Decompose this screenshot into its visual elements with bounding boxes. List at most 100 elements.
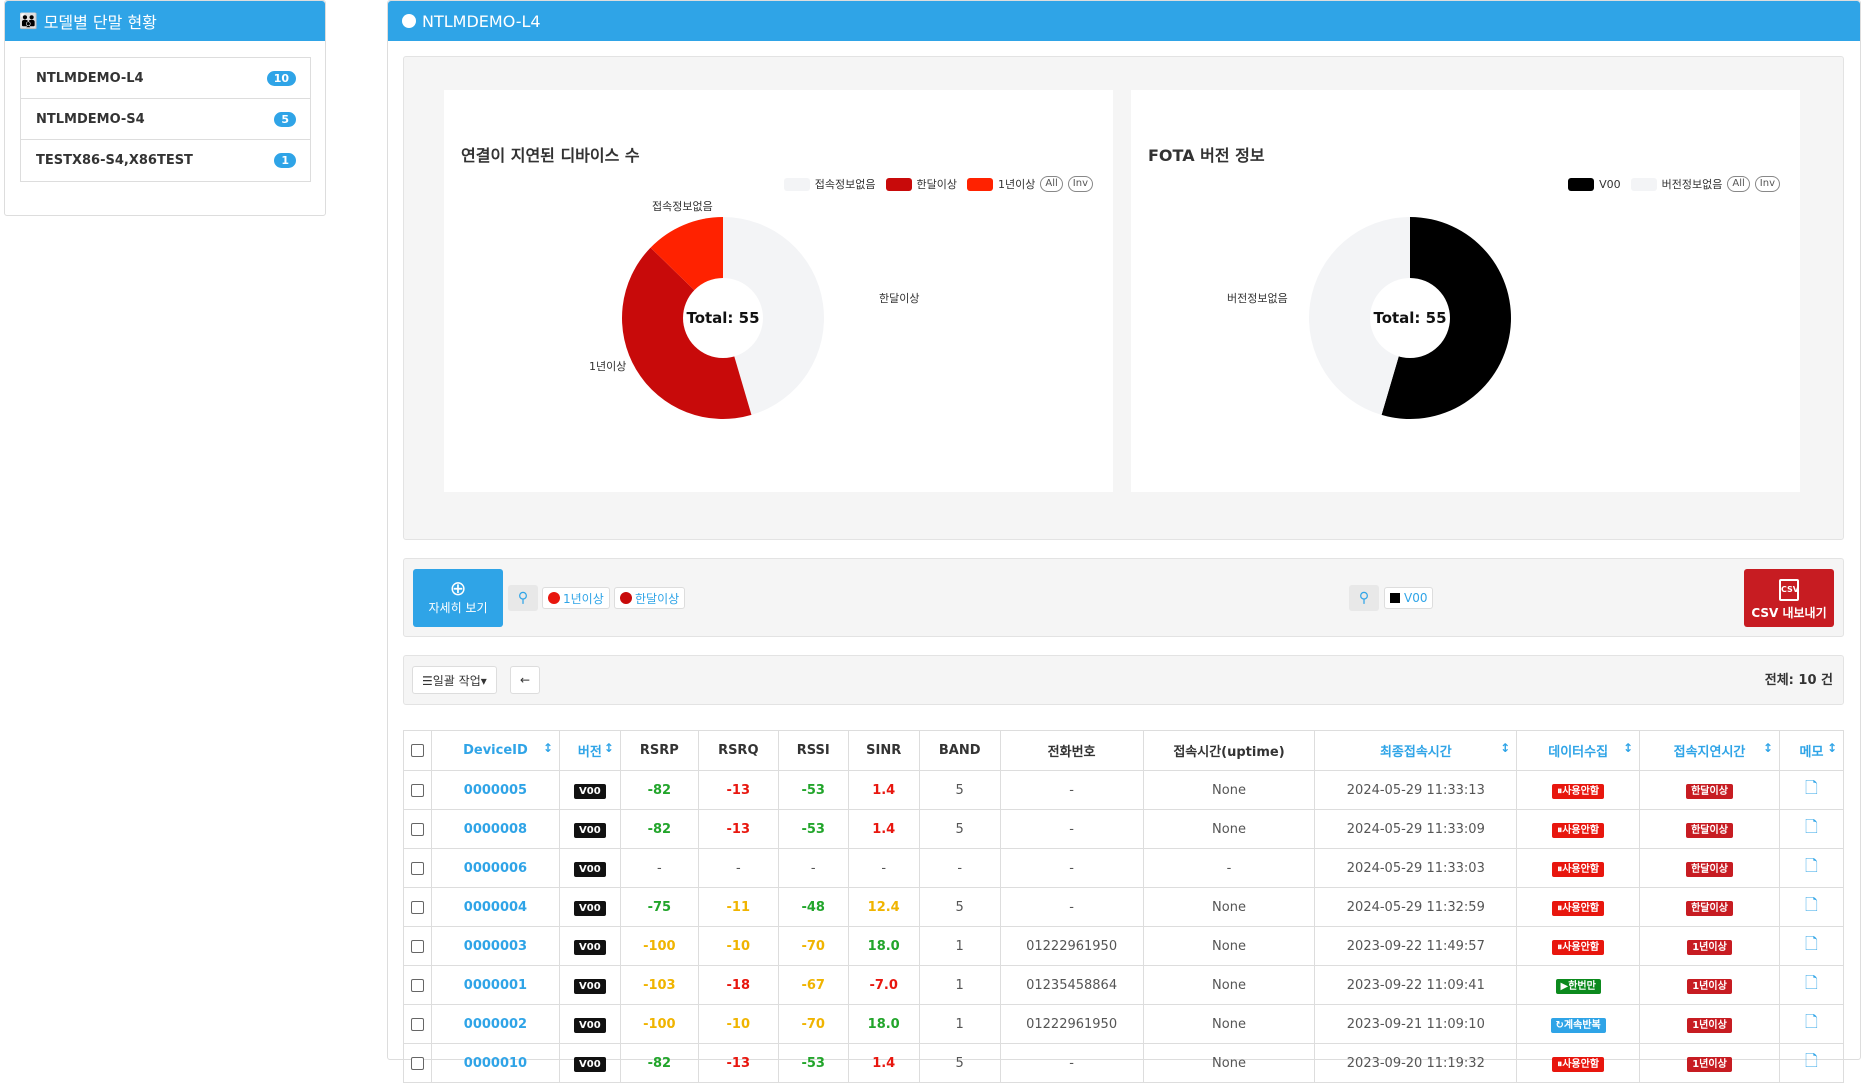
col-last-access[interactable]: 최종접속시간 ↕	[1314, 730, 1518, 771]
filter-chip-1month[interactable]: 한달이상	[614, 587, 686, 609]
version-cell: V00	[558, 887, 621, 927]
detail-view-button[interactable]: ⊕ 자세히 보기	[413, 569, 503, 627]
band-cell: 1	[918, 926, 1001, 966]
model-panel: 👪 모델별 단말 현황 NTLMDEMO-L4 10 NTLMDEMO-S4 5 T…	[4, 0, 326, 216]
header-label: 접속지연시간	[1673, 745, 1746, 760]
rsrp-cell: -75	[619, 887, 699, 927]
users-icon: 👪	[19, 12, 38, 30]
csv-export-button[interactable]: CSV CSV 내보내기	[1744, 569, 1834, 627]
rsrp-cell: -	[619, 848, 699, 888]
col-rssi: RSSI	[777, 730, 849, 771]
model-item[interactable]: NTLMDEMO-S4 5	[21, 99, 310, 140]
memo-file-icon[interactable]: 🗋	[1805, 1012, 1818, 1031]
row-select-cell	[403, 848, 432, 888]
header-label: DeviceID	[463, 743, 528, 758]
rsrq-cell: -10	[697, 926, 779, 966]
row-checkbox[interactable]	[410, 822, 424, 836]
model-item[interactable]: NTLMDEMO-L4 10	[21, 58, 310, 99]
collect-status-badge[interactable]: ↻계속반복	[1550, 1018, 1606, 1033]
memo-cell: 🗋	[1778, 1043, 1845, 1083]
delay-badge: 한달이상	[1686, 862, 1733, 877]
model-item[interactable]: TESTX86-S4,X86TEST 1	[21, 140, 310, 181]
search-icon[interactable]: ⚲	[508, 585, 538, 611]
col-deviceid[interactable]: DeviceID ↕	[430, 730, 560, 771]
sort-icon: ↕	[1826, 741, 1837, 755]
filter-chip-1year[interactable]: 1년이상	[542, 587, 610, 609]
row-checkbox[interactable]	[410, 861, 424, 875]
circle-icon	[402, 14, 416, 28]
rsrq-cell: -13	[697, 809, 779, 849]
memo-file-icon[interactable]: 🗋	[1805, 817, 1818, 836]
col-version[interactable]: 버전 ↕	[558, 730, 621, 771]
collect-status-badge[interactable]: ⏸사용안함	[1552, 784, 1605, 799]
charts-area: 연결이 지연된 디바이스 수 접속정보없음 한달이상 1년이상 All Inv …	[403, 56, 1844, 540]
row-checkbox[interactable]	[410, 1056, 424, 1070]
memo-file-icon[interactable]: 🗋	[1805, 973, 1818, 992]
rssi-cell: -53	[777, 1043, 849, 1083]
phone-cell: -	[999, 1043, 1144, 1083]
device-id-link[interactable]: 0000004	[430, 887, 560, 927]
sinr-cell: 12.4	[847, 887, 920, 927]
memo-cell: 🗋	[1778, 926, 1845, 966]
row-checkbox[interactable]	[410, 900, 424, 914]
device-id-link[interactable]: 0000005	[430, 770, 560, 810]
col-delay[interactable]: 접속지연시간 ↕	[1639, 730, 1780, 771]
device-id-link[interactable]: 0000006	[430, 848, 560, 888]
uptime-cell: None	[1142, 965, 1316, 1005]
row-checkbox[interactable]	[410, 1017, 424, 1031]
filter-chip-version[interactable]: V00	[1384, 587, 1434, 609]
memo-cell: 🗋	[1778, 848, 1845, 888]
memo-file-icon[interactable]: 🗋	[1805, 856, 1818, 875]
device-id-link[interactable]: 0000008	[430, 809, 560, 849]
delay-badge: 1년이상	[1687, 940, 1732, 955]
uptime-cell: None	[1142, 1043, 1316, 1083]
collect-status-badge[interactable]: ⏸사용안함	[1552, 1057, 1605, 1072]
last-access-cell: 2023-09-20 11:19:32	[1314, 1043, 1518, 1083]
device-id-link[interactable]: 0000001	[430, 965, 560, 1005]
memo-file-icon[interactable]: 🗋	[1805, 934, 1818, 953]
col-memo[interactable]: 메모 ↕	[1778, 730, 1845, 771]
collect-status-badge[interactable]: ▶한번만	[1555, 979, 1601, 994]
collect-cell: ⏸사용안함	[1516, 809, 1641, 849]
rsrp-cell: -82	[619, 1043, 699, 1083]
device-id-link[interactable]: 0000010	[430, 1043, 560, 1083]
rsrp-cell: -82	[619, 770, 699, 810]
collect-cell: ⏸사용안함	[1516, 887, 1641, 927]
device-id-link[interactable]: 0000003	[430, 926, 560, 966]
delay-cell: 한달이상	[1639, 887, 1780, 927]
memo-file-icon[interactable]: 🗋	[1805, 1051, 1818, 1070]
search-icon[interactable]: ⚲	[1349, 585, 1379, 611]
select-all-checkbox[interactable]	[410, 744, 424, 757]
row-checkbox[interactable]	[410, 978, 424, 992]
fota-pie-chart: V00버전정보없음Total: 55	[1227, 217, 1511, 419]
version-badge: V00	[574, 861, 606, 877]
csv-file-icon: CSV	[1779, 579, 1799, 601]
collect-status-badge[interactable]: ⏸사용안함	[1552, 901, 1605, 916]
row-checkbox[interactable]	[410, 783, 424, 797]
col-data-collect[interactable]: 데이터수집 ↕	[1516, 730, 1641, 771]
phone-cell: -	[999, 887, 1144, 927]
collect-status-badge[interactable]: ⏸사용안함	[1552, 823, 1605, 838]
memo-file-icon[interactable]: 🗋	[1805, 895, 1818, 914]
device-id-link[interactable]: 0000002	[430, 1004, 560, 1044]
zoom-in-icon: ⊕	[449, 576, 467, 600]
slice-label: 버전정보없음	[1227, 292, 1288, 305]
sort-icon: ↕	[1623, 741, 1634, 755]
back-button[interactable]: ←	[510, 666, 541, 694]
collect-status-badge[interactable]: ⏸사용안함	[1552, 940, 1605, 955]
sort-icon: ↕	[1500, 741, 1511, 755]
row-select-cell	[403, 1004, 432, 1044]
bulk-action-button[interactable]: ☰일괄 작업▾	[412, 666, 497, 694]
version-cell: V00	[558, 965, 621, 1005]
sort-icon: ↕	[542, 741, 553, 755]
black-square-icon	[1390, 593, 1400, 603]
phone-cell: 01222961950	[999, 926, 1144, 966]
sinr-cell: 1.4	[847, 770, 920, 810]
rssi-cell: -67	[777, 965, 849, 1005]
delay-badge: 한달이상	[1686, 823, 1733, 838]
memo-file-icon[interactable]: 🗋	[1805, 778, 1818, 797]
collect-status-badge[interactable]: ⏸사용안함	[1552, 862, 1605, 877]
last-access-cell: 2024-05-29 11:32:59	[1314, 887, 1518, 927]
last-access-cell: 2023-09-21 11:09:10	[1314, 1004, 1518, 1044]
row-checkbox[interactable]	[410, 939, 424, 953]
